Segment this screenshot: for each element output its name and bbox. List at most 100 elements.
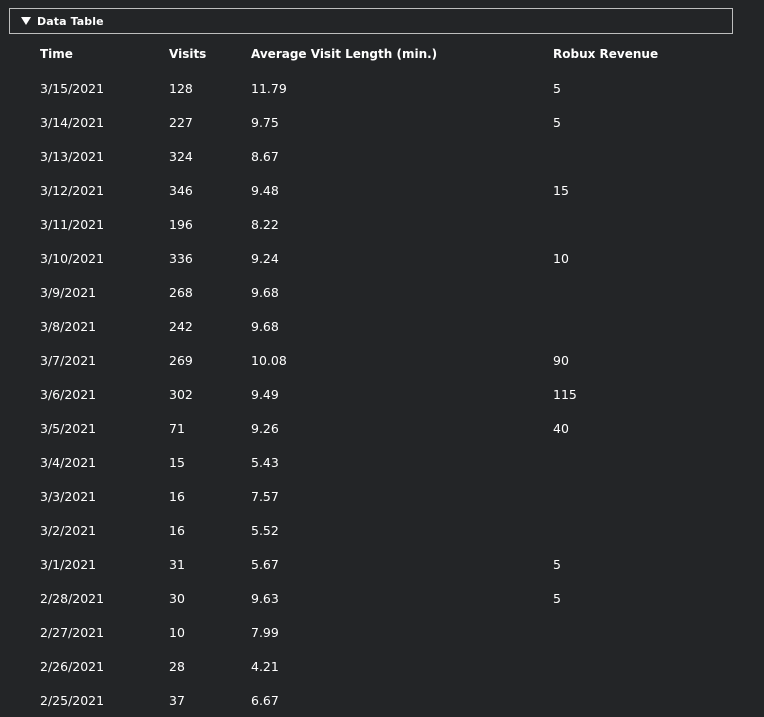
table-row: 3/14/2021 227 9.75 5	[40, 105, 713, 139]
table-row: 3/10/2021 336 9.24 10	[40, 241, 713, 275]
cell-time: 3/8/2021	[40, 318, 97, 334]
cell-visits: 10	[169, 624, 185, 640]
cell-robux-revenue	[553, 445, 713, 479]
cell-average-visit-length: 4.21	[251, 658, 279, 674]
cell-visits: 324	[169, 148, 193, 164]
column-header-average-visit-length: Average Visit Length (min.)	[251, 47, 438, 61]
cell-robux-revenue	[553, 275, 713, 309]
table-row: 3/7/2021 269 10.08 90	[40, 343, 713, 377]
cell-robux-revenue	[553, 649, 713, 683]
cell-robux-revenue	[553, 207, 713, 241]
table-row: 3/9/2021 268 9.68	[40, 275, 713, 309]
cell-visits: 242	[169, 318, 193, 334]
cell-average-visit-length: 9.75	[251, 114, 279, 130]
cell-visits: 31	[169, 556, 185, 572]
cell-robux-revenue: 40	[553, 420, 569, 436]
cell-robux-revenue: 15	[553, 182, 569, 198]
column-header-time: Time	[40, 47, 73, 61]
cell-average-visit-length: 10.08	[251, 352, 287, 368]
cell-robux-revenue: 10	[553, 250, 569, 266]
cell-average-visit-length: 6.67	[251, 692, 279, 708]
cell-time: 3/3/2021	[40, 488, 97, 504]
cell-time: 3/5/2021	[40, 420, 97, 436]
cell-time: 2/28/2021	[40, 590, 105, 606]
table-row: 3/15/2021 128 11.79 5	[40, 71, 713, 105]
cell-average-visit-length: 7.99	[251, 624, 279, 640]
cell-time: 2/26/2021	[40, 658, 105, 674]
cell-average-visit-length: 5.43	[251, 454, 279, 470]
cell-robux-revenue	[553, 139, 713, 173]
cell-robux-revenue	[553, 479, 713, 513]
cell-time: 3/1/2021	[40, 556, 97, 572]
cell-visits: 302	[169, 386, 193, 402]
table-row: 2/26/2021 28 4.21	[40, 649, 713, 683]
cell-robux-revenue	[553, 615, 713, 649]
table-row: 3/4/2021 15 5.43	[40, 445, 713, 479]
column-header-visits: Visits	[169, 47, 207, 61]
table-body: 3/15/2021 128 11.79 5 3/14/2021 227 9.75 5 3/13/…	[40, 71, 713, 717]
table-row: 3/1/2021 31 5.67 5	[40, 547, 713, 581]
table-row: 3/6/2021 302 9.49 115	[40, 377, 713, 411]
caret-down-icon	[21, 17, 31, 25]
cell-robux-revenue: 5	[553, 114, 561, 130]
cell-visits: 28	[169, 658, 185, 674]
table-row: 2/25/2021 37 6.67	[40, 683, 713, 717]
table-row: 2/27/2021 10 7.99	[40, 615, 713, 649]
cell-visits: 16	[169, 522, 185, 538]
cell-time: 3/14/2021	[40, 114, 105, 130]
cell-average-visit-length: 11.79	[251, 80, 287, 96]
cell-robux-revenue: 5	[553, 590, 561, 606]
cell-average-visit-length: 9.68	[251, 318, 279, 334]
cell-average-visit-length: 9.49	[251, 386, 279, 402]
cell-average-visit-length: 7.57	[251, 488, 279, 504]
table-row: 3/12/2021 346 9.48 15	[40, 173, 713, 207]
cell-time: 3/7/2021	[40, 352, 97, 368]
data-table-container: Time Visits Average Visit Length (min.) …	[40, 37, 740, 717]
table-row: 2/28/2021 30 9.63 5	[40, 581, 713, 615]
cell-time: 3/11/2021	[40, 216, 105, 232]
cell-robux-revenue	[553, 309, 713, 343]
cell-average-visit-length: 5.52	[251, 522, 279, 538]
cell-time: 3/15/2021	[40, 80, 105, 96]
table-header-row: Time Visits Average Visit Length (min.) …	[40, 37, 713, 71]
cell-visits: 269	[169, 352, 193, 368]
cell-visits: 16	[169, 488, 185, 504]
table-row: 3/5/2021 71 9.26 40	[40, 411, 713, 445]
panel-title: Data Table	[37, 14, 104, 28]
cell-robux-revenue: 115	[553, 386, 577, 402]
cell-time: 3/6/2021	[40, 386, 97, 402]
cell-time: 2/25/2021	[40, 692, 105, 708]
cell-time: 3/13/2021	[40, 148, 105, 164]
table-row: 3/2/2021 16 5.52	[40, 513, 713, 547]
cell-time: 3/12/2021	[40, 182, 105, 198]
cell-average-visit-length: 9.48	[251, 182, 279, 198]
cell-average-visit-length: 9.24	[251, 250, 279, 266]
cell-average-visit-length: 9.26	[251, 420, 279, 436]
cell-visits: 71	[169, 420, 185, 436]
cell-visits: 15	[169, 454, 185, 470]
cell-time: 3/9/2021	[40, 284, 97, 300]
table-row: 3/8/2021 242 9.68	[40, 309, 713, 343]
cell-visits: 268	[169, 284, 193, 300]
cell-visits: 196	[169, 216, 193, 232]
table-row: 3/11/2021 196 8.22	[40, 207, 713, 241]
cell-average-visit-length: 9.63	[251, 590, 279, 606]
cell-average-visit-length: 5.67	[251, 556, 279, 572]
cell-time: 3/10/2021	[40, 250, 105, 266]
cell-robux-revenue: 5	[553, 80, 561, 96]
cell-average-visit-length: 8.22	[251, 216, 279, 232]
table-row: 3/3/2021 16 7.57	[40, 479, 713, 513]
data-table: Time Visits Average Visit Length (min.) …	[40, 37, 713, 717]
data-table-toggle[interactable]: Data Table	[9, 8, 733, 34]
column-header-robux-revenue: Robux Revenue	[553, 47, 659, 61]
cell-robux-revenue	[553, 513, 713, 547]
cell-visits: 30	[169, 590, 185, 606]
cell-visits: 128	[169, 80, 193, 96]
cell-robux-revenue: 5	[553, 556, 561, 572]
table-row: 3/13/2021 324 8.67	[40, 139, 713, 173]
cell-visits: 37	[169, 692, 185, 708]
cell-time: 3/4/2021	[40, 454, 97, 470]
cell-average-visit-length: 8.67	[251, 148, 279, 164]
cell-visits: 227	[169, 114, 193, 130]
cell-time: 2/27/2021	[40, 624, 105, 640]
